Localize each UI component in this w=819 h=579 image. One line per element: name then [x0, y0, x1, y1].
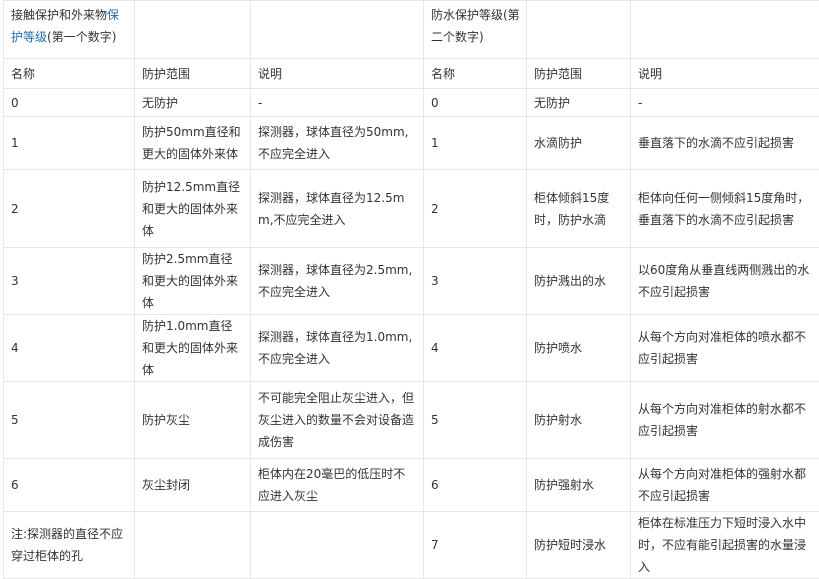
empty-cell [135, 1, 251, 59]
contact-desc: 探测器，球体直径为12.5mm,不应完全进入 [251, 170, 424, 248]
empty-cell [631, 1, 819, 59]
col-header-scope: 防护范围 [527, 59, 631, 89]
water-level: 3 [424, 248, 527, 315]
water-protection-title: 防水保护等级(第二个数字) [424, 1, 527, 59]
contact-scope [135, 512, 251, 579]
contact-scope: 灰尘封闭 [135, 459, 251, 512]
water-level: 2 [424, 170, 527, 248]
water-desc: 以60度角从垂直线两侧溅出的水不应引起损害 [631, 248, 819, 315]
ip-protection-table: 接触保护和外来物保护等级(第一个数字) 防水保护等级(第二个数字) 名称 防护范… [3, 0, 819, 579]
empty-cell [251, 1, 424, 59]
col-header-desc: 说明 [251, 59, 424, 89]
table-row: 1 防护50mm直径和更大的固体外来体 探测器，球体直径为50mm,不应完全进入… [4, 117, 819, 170]
contact-scope: 防护50mm直径和更大的固体外来体 [135, 117, 251, 170]
water-level: 1 [424, 117, 527, 170]
contact-note: 注:探测器的直径不应穿过柜体的孔 [4, 512, 135, 579]
water-desc: 垂直落下的水滴不应引起损害 [631, 117, 819, 170]
water-level: 0 [424, 89, 527, 117]
contact-desc: - [251, 89, 424, 117]
water-desc: 柜体在标准压力下短时浸入水中时，不应有能引起损害的水量浸入 [631, 512, 819, 579]
water-level: 5 [424, 382, 527, 459]
contact-level: 0 [4, 89, 135, 117]
table-row: 5 防护灰尘 不可能完全阻止灰尘进入，但灰尘进入的数量不会对设备造成伤害 5 防… [4, 382, 819, 459]
contact-level: 4 [4, 315, 135, 382]
contact-desc: 探测器，球体直径为1.0mm,不应完全进入 [251, 315, 424, 382]
water-scope: 防护射水 [527, 382, 631, 459]
title-row: 接触保护和外来物保护等级(第一个数字) 防水保护等级(第二个数字) [4, 1, 819, 59]
water-desc: - [631, 89, 819, 117]
contact-level: 2 [4, 170, 135, 248]
water-scope: 防护喷水 [527, 315, 631, 382]
contact-level: 5 [4, 382, 135, 459]
water-scope: 无防护 [527, 89, 631, 117]
contact-desc: 不可能完全阻止灰尘进入，但灰尘进入的数量不会对设备造成伤害 [251, 382, 424, 459]
table-row: 0 无防护 - 0 无防护 - [4, 89, 819, 117]
contact-level: 3 [4, 248, 135, 315]
water-scope: 防护短时浸水 [527, 512, 631, 579]
contact-protection-title: 接触保护和外来物保护等级(第一个数字) [4, 1, 135, 59]
table-row: 2 防护12.5mm直径和更大的固体外来体 探测器，球体直径为12.5mm,不应… [4, 170, 819, 248]
water-level: 4 [424, 315, 527, 382]
contact-scope: 防护12.5mm直径和更大的固体外来体 [135, 170, 251, 248]
col-header-desc: 说明 [631, 59, 819, 89]
water-scope: 柜体倾斜15度时，防护水滴 [527, 170, 631, 248]
empty-cell [527, 1, 631, 59]
contact-desc: 探测器，球体直径为2.5mm,不应完全进入 [251, 248, 424, 315]
water-scope: 防护强射水 [527, 459, 631, 512]
table-row: 注:探测器的直径不应穿过柜体的孔 7 防护短时浸水 柜体在标准压力下短时浸入水中… [4, 512, 819, 579]
column-header-row: 名称 防护范围 说明 名称 防护范围 说明 [4, 59, 819, 89]
water-desc: 从每个方向对准柜体的强射水都不应引起损害 [631, 459, 819, 512]
table-row: 3 防护2.5mm直径和更大的固体外来体 探测器，球体直径为2.5mm,不应完全… [4, 248, 819, 315]
water-level: 6 [424, 459, 527, 512]
contact-level: 1 [4, 117, 135, 170]
contact-desc [251, 512, 424, 579]
water-level: 7 [424, 512, 527, 579]
col-header-name: 名称 [424, 59, 527, 89]
water-desc: 柜体向任何一侧倾斜15度角时，垂直落下的水滴不应引起损害 [631, 170, 819, 248]
contact-desc: 探测器，球体直径为50mm,不应完全进入 [251, 117, 424, 170]
contact-desc: 柜体内在20毫巴的低压时不应进入灰尘 [251, 459, 424, 512]
contact-level: 6 [4, 459, 135, 512]
water-scope: 防护溅出的水 [527, 248, 631, 315]
table-row: 6 灰尘封闭 柜体内在20毫巴的低压时不应进入灰尘 6 防护强射水 从每个方向对… [4, 459, 819, 512]
contact-scope: 防护1.0mm直径和更大的固体外来体 [135, 315, 251, 382]
contact-scope: 防护2.5mm直径和更大的固体外来体 [135, 248, 251, 315]
contact-scope: 无防护 [135, 89, 251, 117]
col-header-scope: 防护范围 [135, 59, 251, 89]
water-desc: 从每个方向对准柜体的射水都不应引起损害 [631, 382, 819, 459]
table-row: 4 防护1.0mm直径和更大的固体外来体 探测器，球体直径为1.0mm,不应完全… [4, 315, 819, 382]
contact-scope: 防护灰尘 [135, 382, 251, 459]
water-scope: 水滴防护 [527, 117, 631, 170]
water-desc: 从每个方向对准柜体的喷水都不应引起损害 [631, 315, 819, 382]
col-header-name: 名称 [4, 59, 135, 89]
